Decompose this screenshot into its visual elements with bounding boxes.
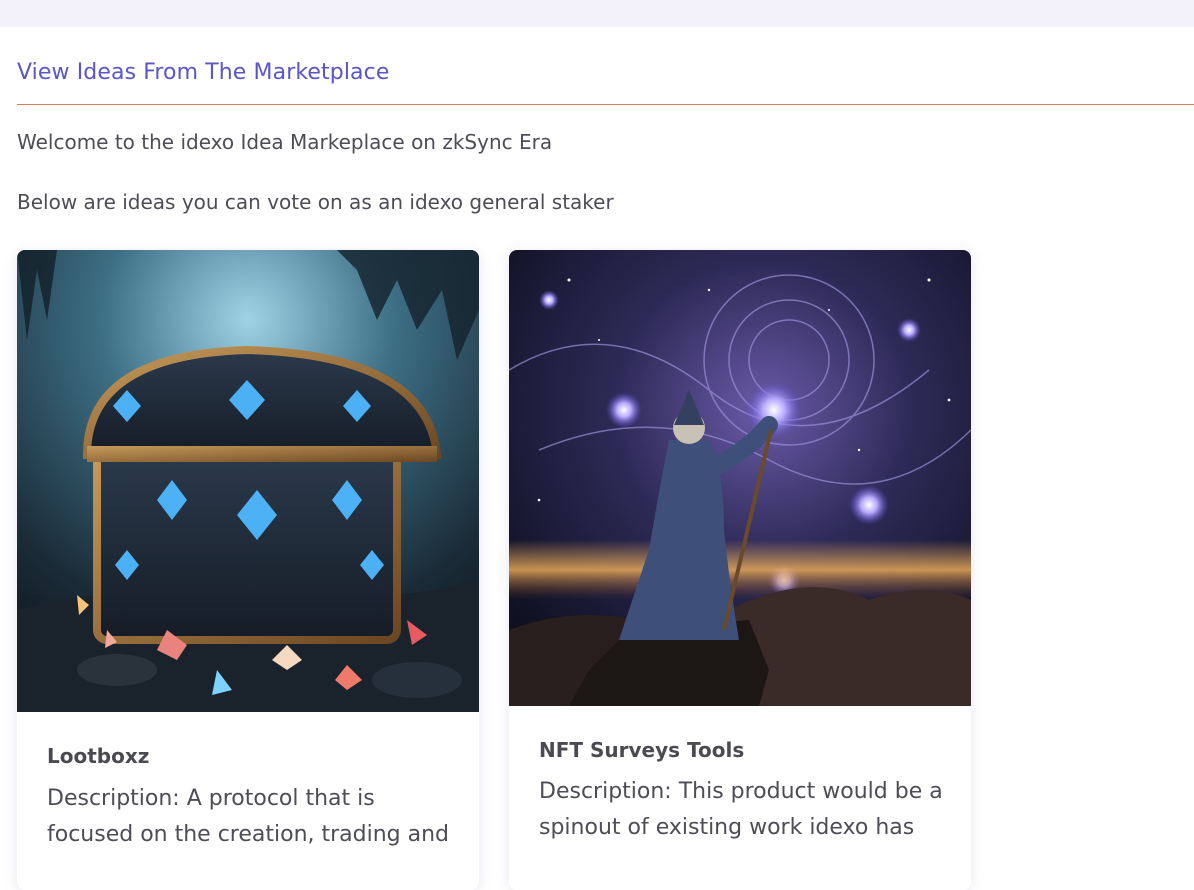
idea-title: NFT Surveys Tools <box>539 738 745 762</box>
idea-card-nft-surveys-tools[interactable]: NFT Surveys Tools Description: This prod… <box>509 250 971 890</box>
title-divider <box>17 104 1194 105</box>
intro-text-instructions: Below are ideas you can vote on as an id… <box>17 190 614 214</box>
idea-description: Description: A protocol that is focused … <box>47 786 450 847</box>
idea-title: Lootboxz <box>47 744 150 768</box>
top-bar <box>0 0 1194 27</box>
wizard-cosmos-image[interactable] <box>509 250 971 706</box>
idea-description: Description: This product would be a spi… <box>539 779 943 840</box>
idea-card-lootboxz[interactable]: Lootboxz Description: A protocol that is… <box>17 250 479 890</box>
page-title: View Ideas From The Marketplace <box>17 60 390 85</box>
treasure-chest-image[interactable] <box>17 250 479 712</box>
intro-text-welcome: Welcome to the idexo Idea Markeplace on … <box>17 130 553 154</box>
